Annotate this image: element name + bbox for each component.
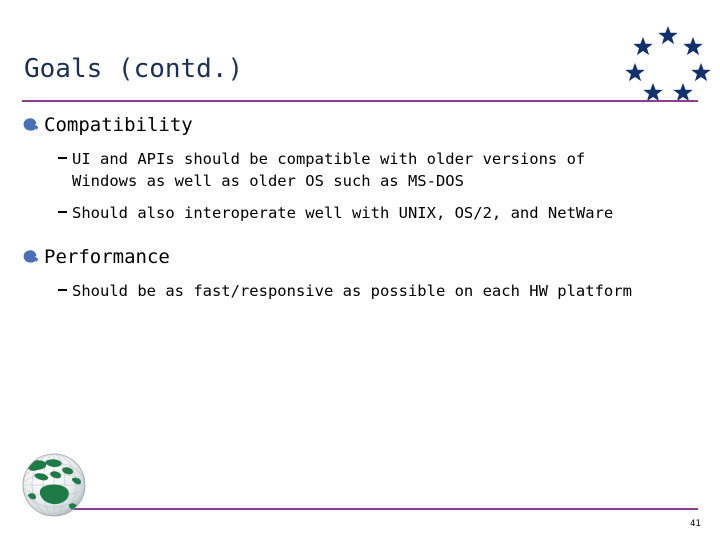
- seven-stars-emblem: [620, 22, 716, 106]
- page-title: Goals (contd.): [24, 54, 244, 84]
- sub-bullet-line: Should be as fast/responsive as possible…: [72, 282, 632, 300]
- bullet-item-performance: Performance: [0, 244, 720, 270]
- title-divider: [22, 100, 698, 102]
- star-icon: [658, 26, 678, 45]
- page-number: 41: [690, 519, 701, 529]
- star-icon: [633, 37, 653, 56]
- bullet-item-compatibility: Compatibility: [0, 112, 720, 138]
- dash-bullet-icon: [58, 157, 67, 159]
- star-icon: [673, 83, 693, 102]
- sub-bullet-line: UI and APIs should be compatible with ol…: [72, 150, 586, 168]
- sub-bullet-item: Should be as fast/responsive as possible…: [0, 280, 720, 302]
- star-icon: [691, 63, 711, 82]
- section-heading: Performance: [44, 246, 170, 268]
- globe-icon: [15, 450, 93, 520]
- slide-body: Compatibility UI and APIs should be comp…: [0, 112, 720, 302]
- sub-bullet-text: UI and APIs should be compatible with ol…: [72, 148, 662, 192]
- section-heading: Compatibility: [44, 114, 193, 136]
- stars-svg: [625, 26, 711, 102]
- sub-bullet-item: Should also interoperate well with UNIX,…: [0, 202, 720, 224]
- arrow-bullet-icon: [22, 116, 39, 133]
- star-icon: [625, 63, 645, 82]
- sub-bullet-item: UI and APIs should be compatible with ol…: [0, 148, 720, 192]
- footer-divider: [72, 508, 698, 510]
- sub-bullet-line: Windows as well as older OS such as MS-D…: [72, 172, 464, 190]
- star-icon: [643, 83, 663, 102]
- dash-bullet-icon: [58, 289, 67, 291]
- sub-bullet-text: Should also interoperate well with UNIX,…: [72, 202, 662, 224]
- sub-bullet-text: Should be as fast/responsive as possible…: [72, 280, 662, 302]
- star-group: [625, 26, 711, 102]
- slide-canvas: Goals (contd.) Compatibility UI and APIs…: [0, 0, 720, 540]
- star-icon: [683, 37, 703, 56]
- dash-bullet-icon: [58, 211, 67, 213]
- sub-bullet-line: Should also interoperate well with UNIX,…: [72, 204, 614, 222]
- arrow-bullet-icon: [22, 248, 39, 265]
